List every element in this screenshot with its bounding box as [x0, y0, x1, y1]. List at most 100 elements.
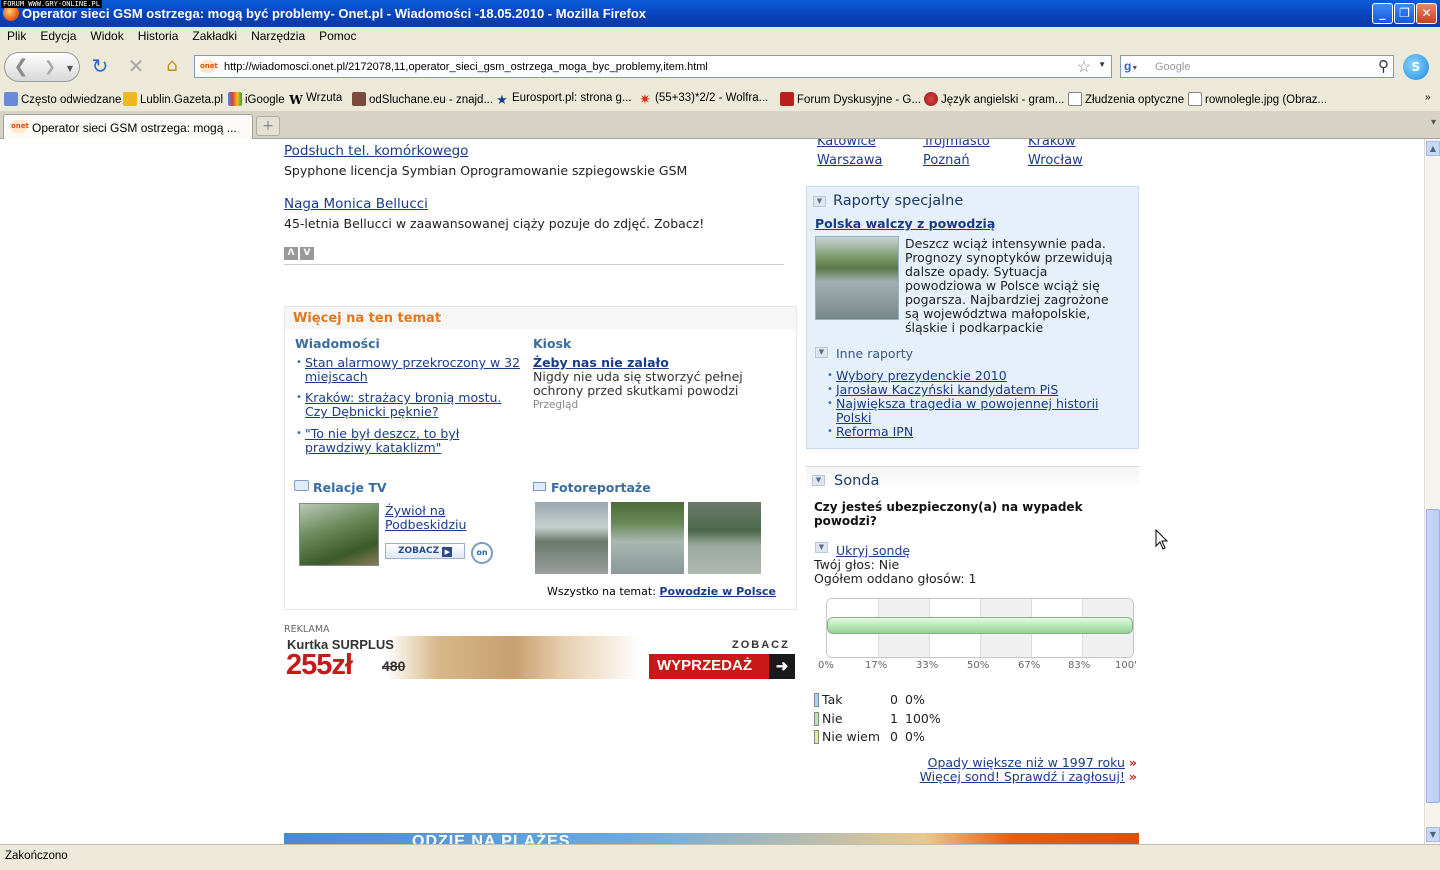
collapse-icon[interactable]: ▼: [813, 196, 826, 207]
city-link[interactable]: Wrocław: [1028, 153, 1083, 168]
poll-link[interactable]: Więcej sond! Sprawdź i zagłosuj!: [920, 769, 1125, 784]
tv-link[interactable]: Żywioł na Podbeskidziu: [385, 504, 466, 532]
window-titlebar[interactable]: FORUM WWW.GRY-ONLINE.PL Operator sieci G…: [0, 0, 1440, 27]
reload-icon[interactable]: ↻: [88, 56, 112, 76]
bookmark-item[interactable]: rownolegle.jpg (Obraz...: [1188, 92, 1327, 106]
photo-icon: [533, 482, 546, 491]
maximize-button[interactable]: ❐: [1394, 3, 1415, 24]
status-text: Zakończono: [5, 850, 68, 862]
menu-zakladki[interactable]: Zakładki: [185, 27, 244, 43]
bookmark-item[interactable]: Forum Dyskusyjne - G...: [780, 92, 921, 106]
minimize-button[interactable]: _: [1372, 3, 1393, 24]
article-title-link[interactable]: Naga Monica Bellucci: [284, 196, 428, 212]
tv-thumbnail[interactable]: [299, 503, 379, 566]
tab-label: Operator sieci GSM ostrzega: mogą ...: [32, 121, 237, 135]
kiosk-title-link[interactable]: Żeby nas nie zalało: [533, 356, 669, 370]
bookmark-item[interactable]: Lublin.Gazeta.pl: [123, 92, 223, 106]
new-tab-button[interactable]: +: [256, 116, 280, 136]
total-votes: Ogółem oddano głosów: 1: [814, 571, 977, 586]
special-report-main-link[interactable]: Polska walczy z powodzią: [815, 216, 995, 231]
zobacz-button[interactable]: ZOBACZ ▶: [385, 543, 465, 559]
news-item[interactable]: • Kraków: strażacy bronią mostu. Czy Dębni…: [296, 391, 501, 419]
menu-widok[interactable]: Widok: [83, 27, 130, 43]
search-box[interactable]: g▼ Google ⚲: [1120, 55, 1394, 78]
bookmark-item[interactable]: iGoogle: [228, 92, 285, 106]
ad-label: REKLAMA: [284, 624, 330, 635]
ad-banner[interactable]: Kurtka SURPLUS 255zł 480 ZOBACZ WYPRZEDA…: [284, 636, 795, 679]
window-title: Operator sieci GSM ostrzega: mogą być pr…: [22, 6, 647, 21]
poll-option-row: Tak 0 0%: [814, 692, 925, 707]
vertical-scrollbar[interactable]: ▲ ▼: [1424, 139, 1440, 844]
forward-icon[interactable]: ❯: [40, 57, 60, 77]
menu-bar: Plik Edycja Widok Historia Zakładki Narzędzia…: [0, 27, 1440, 47]
photo-thumbnail[interactable]: [688, 502, 761, 574]
menu-plik[interactable]: Plik: [0, 27, 33, 43]
scroll-up-button[interactable]: ▲: [1426, 141, 1440, 156]
url-dropdown-icon[interactable]: ▼: [1098, 60, 1106, 69]
bookmark-star-icon[interactable]: ☆: [1077, 57, 1091, 77]
url-bar[interactable]: onet http://wiadomosci.onet.pl/2172078,1…: [194, 55, 1112, 78]
article-description: 45-letnia Bellucci w zaawansowanej ciąży…: [284, 216, 705, 231]
all-on-topic-link[interactable]: Powodzie w Polsce: [659, 585, 776, 598]
bookmark-item[interactable]: odSluchane.eu - znajd...: [352, 92, 493, 106]
collapse-icon[interactable]: ▼: [815, 347, 828, 358]
back-icon[interactable]: ❮: [10, 57, 32, 77]
stop-icon[interactable]: ✕: [124, 56, 148, 76]
bookmark-item[interactable]: ★ Eurosport.pl: strona g...: [495, 92, 631, 107]
other-report-link[interactable]: • Największa tragedia w powojennej histor…: [827, 397, 1099, 425]
news-item[interactable]: • Stan alarmowy przekroczony w 32 miejscac…: [296, 356, 520, 384]
eurosport-icon: ★: [496, 92, 508, 107]
your-vote: Twój głos: Nie: [814, 557, 900, 572]
bookmarks-toolbar: Często odwiedzane Lublin.Gazeta.pl iGoog…: [0, 87, 1440, 111]
scroll-down-arrow-icon[interactable]: V: [300, 247, 314, 260]
url-text[interactable]: http://wiadomosci.onet.pl/2172078,11,ope…: [224, 61, 708, 73]
photo-thumbnail[interactable]: [535, 502, 608, 574]
city-link[interactable]: Trójmiasto: [923, 139, 990, 149]
bookmark-item[interactable]: Często odwiedzane: [4, 92, 121, 106]
tab-active[interactable]: onet Operator sieci GSM ostrzega: mogą .…: [3, 114, 253, 139]
city-link[interactable]: Kraków: [1028, 139, 1076, 149]
article-title-link[interactable]: Podsłuch tel. komórkowego: [284, 143, 468, 159]
collapse-icon[interactable]: ▼: [812, 475, 825, 486]
city-link[interactable]: Poznań: [923, 153, 970, 168]
ad-sale-button[interactable]: WYPRZEDAŻ ➜: [649, 654, 795, 679]
home-icon[interactable]: ⌂: [160, 56, 184, 76]
search-magnifier-icon[interactable]: ⚲: [1378, 57, 1389, 75]
mouse-cursor-icon: [1155, 529, 1169, 550]
news-item[interactable]: • "To nie był deszcz, to był prawdziwy kat…: [296, 427, 459, 455]
menu-edycja[interactable]: Edycja: [33, 27, 83, 43]
all-on-topic: Wszystko na temat: Powodzie w Polsce: [547, 585, 776, 598]
wrzuta-icon: W: [289, 93, 303, 107]
bookmark-item[interactable]: Język angielski - gram...: [924, 92, 1064, 106]
history-dropdown-icon[interactable]: ▼: [64, 59, 76, 79]
menu-narzedzia[interactable]: Narzędzia: [244, 27, 312, 43]
other-report-link[interactable]: • Reforma IPN: [827, 425, 913, 439]
tab-list-icon[interactable]: ▾: [1431, 117, 1436, 128]
bookmark-item[interactable]: W Wrzuta: [289, 92, 342, 107]
scrollbar-thumb[interactable]: [1426, 509, 1440, 803]
bookmark-item[interactable]: ✷ (55+33)*2/2 - Wolfra...: [638, 92, 768, 106]
bottom-banner[interactable]: ODZIE NA PLAŻĘS: [284, 833, 1139, 844]
photo-thumbnail[interactable]: [611, 502, 684, 574]
forum-icon: [780, 92, 794, 106]
hide-poll-icon[interactable]: ▼: [815, 542, 828, 553]
city-link[interactable]: Katowice: [817, 139, 876, 149]
other-report-link[interactable]: • Jarosław Kaczyński kandydatem PiS: [827, 383, 1058, 397]
bookmark-item[interactable]: Złudzenia optyczne: [1068, 92, 1184, 106]
scroll-up-arrow-icon[interactable]: Λ: [284, 247, 298, 260]
bookmarks-overflow-icon[interactable]: »: [1425, 92, 1431, 103]
menu-historia[interactable]: Historia: [131, 27, 186, 43]
scroll-down-button[interactable]: ▼: [1426, 827, 1440, 842]
menu-pomoc[interactable]: Pomoc: [312, 27, 363, 43]
poll-result-bar: [827, 617, 1133, 634]
special-report-photo[interactable]: [815, 236, 899, 320]
skype-icon[interactable]: S: [1403, 54, 1429, 80]
google-search-engine-icon[interactable]: g▼: [1124, 59, 1146, 75]
search-input[interactable]: Google: [1155, 61, 1190, 73]
hide-poll-link[interactable]: Ukryj sondę: [836, 543, 910, 558]
close-button[interactable]: ✕: [1416, 3, 1437, 24]
city-link[interactable]: Warszawa: [817, 153, 883, 168]
poll-link[interactable]: Opady większe niż w 1997 roku: [928, 755, 1125, 770]
other-report-link[interactable]: • Wybory prezydenckie 2010: [827, 369, 1007, 383]
image-icon: [1188, 92, 1202, 106]
